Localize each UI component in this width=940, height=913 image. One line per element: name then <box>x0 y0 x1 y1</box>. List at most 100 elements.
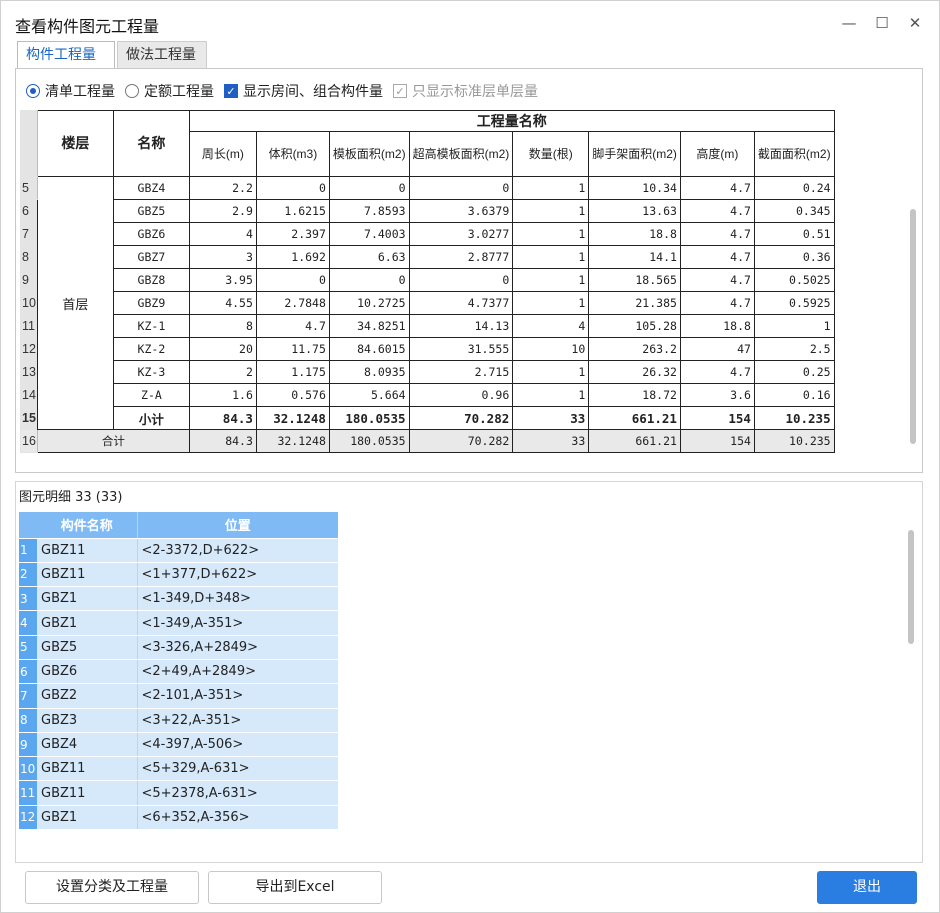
title-bar: 查看构件图元工程量 — ☐ ✕ <box>1 1 939 41</box>
detail-scrollbar[interactable] <box>908 530 914 644</box>
exit-button[interactable]: 退出 <box>817 871 917 904</box>
radio-empty-icon <box>125 84 139 98</box>
table-row[interactable]: 6 GBZ5 2.9 1.6215 7.8593 3.6379 1 13.63 4.7 0.345 <box>20 199 835 223</box>
value-cell: 2.7848 <box>255 291 330 315</box>
value-cell: 10.235 <box>753 429 835 453</box>
value-cell: 2.715 <box>408 360 514 384</box>
options-row: 清单工程量 定额工程量 ✓ 显示房间、组合构件量 ✓ 只显示标准层单层量 <box>26 81 548 101</box>
value-cell: 180.0535 <box>328 406 410 430</box>
value-cell: 105.28 <box>588 314 681 338</box>
maximize-icon[interactable]: ☐ <box>872 13 892 33</box>
radio-quota-quantity[interactable]: 定额工程量 <box>125 81 214 101</box>
detail-row[interactable]: 5 GBZ5 <3-326,A+2849> <box>19 635 338 660</box>
detail-row[interactable]: 2 GBZ11 <1+377,D+622> <box>19 562 338 588</box>
component-name-cell: GBZ7 <box>112 245 190 269</box>
detail-position-cell: <2-101,A-351> <box>137 683 338 709</box>
checkbox-standard-floor-only[interactable]: ✓ 只显示标准层单层量 <box>393 81 538 101</box>
detail-name-cell: GBZ11 <box>37 780 138 806</box>
value-cell: 0.345 <box>753 199 835 223</box>
value-cell: 0 <box>255 268 330 292</box>
quantity-scrollbar[interactable] <box>910 209 916 444</box>
value-cell: 14.1 <box>588 245 681 269</box>
row-number: 9 <box>19 732 37 758</box>
close-icon[interactable]: ✕ <box>905 13 925 33</box>
value-cell: 3.0277 <box>408 222 514 246</box>
subtotal-row[interactable]: 15 小计 84.3 32.1248 180.0535 70.282 33 661.21 154… <box>20 406 835 430</box>
value-cell: 1.6215 <box>255 199 330 223</box>
value-cell: 3 <box>188 245 257 269</box>
detail-position-cell: <3-326,A+2849> <box>137 635 338 660</box>
table-row[interactable]: 10 GBZ9 4.55 2.7848 10.2725 4.7377 1 21.385 4.7 0… <box>20 291 835 315</box>
detail-row[interactable]: 8 GBZ3 <3+22,A-351> <box>19 708 338 733</box>
table-row[interactable]: 14 Z-A 1.6 0.576 5.664 0.96 1 18.72 3.6 0.16 <box>20 383 835 407</box>
detail-position-cell: <3+22,A-351> <box>137 708 338 733</box>
value-cell: 0 <box>408 176 514 200</box>
row-number: 12 <box>19 805 37 831</box>
column-header: 模板面积(m2) <box>328 131 410 177</box>
value-cell: 0.51 <box>753 222 835 246</box>
table-row[interactable]: 8 GBZ7 3 1.692 6.63 2.8777 1 14.1 4.7 0.36 <box>20 245 835 269</box>
row-number: 15 <box>20 406 38 430</box>
detail-name-cell: GBZ11 <box>37 562 138 588</box>
detail-row[interactable]: 4 GBZ1 <1-349,A-351> <box>19 610 338 636</box>
radio-bill-quantity[interactable]: 清单工程量 <box>26 81 115 101</box>
row-number: 16 <box>20 429 38 453</box>
row-number: 6 <box>20 199 38 223</box>
value-cell: 4.7 <box>679 245 755 269</box>
detail-row[interactable]: 10 GBZ11 <5+329,A-631> <box>19 756 338 782</box>
detail-row[interactable]: 9 GBZ4 <4-397,A-506> <box>19 732 338 758</box>
detail-position-cell: <4-397,A-506> <box>137 732 338 758</box>
tab-method-quantity[interactable]: 做法工程量 <box>117 41 207 69</box>
value-cell: 33 <box>512 429 590 453</box>
value-cell: 1 <box>512 176 590 200</box>
detail-row[interactable]: 7 GBZ2 <2-101,A-351> <box>19 683 338 709</box>
value-cell: 3.95 <box>188 268 257 292</box>
detail-position-cell: <2-3372,D+622> <box>137 538 338 563</box>
row-number: 6 <box>19 659 37 685</box>
detail-row[interactable]: 12 GBZ1 <6+352,A-356> <box>19 805 338 831</box>
value-cell: 21.385 <box>588 291 681 315</box>
value-cell: 3.6379 <box>408 199 514 223</box>
detail-corner <box>19 512 37 539</box>
detail-title: 图元明细 33 (33) <box>19 490 123 505</box>
value-cell: 180.0535 <box>328 429 410 453</box>
quantity-table: 楼层 名称 工程量名称 周长(m) 体积(m3) 模板面积(m2) 超高模板面积(m2… <box>20 109 835 453</box>
row-number: 4 <box>19 610 37 636</box>
detail-row[interactable]: 1 GBZ11 <2-3372,D+622> <box>19 538 338 563</box>
value-cell: 84.6015 <box>328 337 410 361</box>
table-row[interactable]: 13 KZ-3 2 1.175 8.0935 2.715 1 26.32 4.7 0.25 <box>20 360 835 384</box>
value-cell: 1 <box>512 268 590 292</box>
export-excel-button[interactable]: 导出到Excel <box>208 871 382 904</box>
value-cell: 31.555 <box>408 337 514 361</box>
header-name: 名称 <box>112 110 190 177</box>
detail-row[interactable]: 11 GBZ11 <5+2378,A-631> <box>19 780 338 806</box>
tab-component-quantity[interactable]: 构件工程量 <box>17 41 115 69</box>
table-row[interactable]: 12 KZ-2 20 11.75 84.6015 31.555 10 263.2 47 2.5 <box>20 337 835 361</box>
total-row[interactable]: 16 合计 84.3 32.1248 180.0535 70.282 33 661.21 154… <box>20 429 835 453</box>
detail-header-name[interactable]: 构件名称 <box>37 512 138 539</box>
component-name-cell: GBZ9 <box>112 291 190 315</box>
table-row[interactable]: 9 GBZ8 3.95 0 0 0 1 18.565 4.7 0.5025 <box>20 268 835 292</box>
value-cell: 0.24 <box>753 176 835 200</box>
detail-header-position[interactable]: 位置 <box>137 512 338 539</box>
detail-row[interactable]: 3 GBZ1 <1-349,D+348> <box>19 586 338 612</box>
minimize-icon[interactable]: — <box>839 13 859 33</box>
detail-name-cell: GBZ1 <box>37 586 138 612</box>
value-cell: 34.8251 <box>328 314 410 338</box>
table-row[interactable]: 11 KZ-1 8 4.7 34.8251 14.13 4 105.28 18.8 1 <box>20 314 835 338</box>
detail-name-cell: GBZ6 <box>37 659 138 685</box>
settings-button[interactable]: 设置分类及工程量 <box>25 871 199 904</box>
row-number: 7 <box>20 222 38 246</box>
value-cell: 10.34 <box>588 176 681 200</box>
table-row[interactable]: 5 首层 GBZ4 2.2 0 0 0 1 10.34 4.7 0.24 <box>20 176 835 430</box>
checkbox-show-room-combined[interactable]: ✓ 显示房间、组合构件量 <box>224 81 383 101</box>
value-cell: 32.1248 <box>255 406 330 430</box>
detail-row[interactable]: 6 GBZ6 <2+49,A+2849> <box>19 659 338 685</box>
detail-name-cell: GBZ3 <box>37 708 138 733</box>
table-row[interactable]: 7 GBZ6 4 2.397 7.4003 3.0277 1 18.8 4.7 0.51 <box>20 222 835 246</box>
row-number: 11 <box>20 314 38 338</box>
row-number: 5 <box>19 635 37 660</box>
value-cell: 26.32 <box>588 360 681 384</box>
detail-position-cell: <1+377,D+622> <box>137 562 338 588</box>
dialog-window: 查看构件图元工程量 — ☐ ✕ 构件工程量 做法工程量 清单工程量 定额工程量 … <box>0 0 940 913</box>
